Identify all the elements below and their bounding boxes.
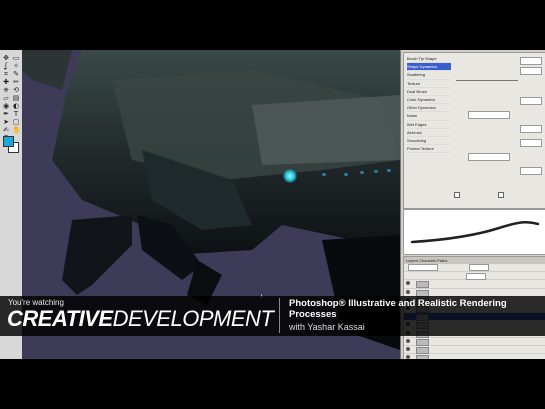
- brush-option-row[interactable]: Color Dynamics: [407, 96, 451, 105]
- brush-option-row[interactable]: Smoothing: [407, 137, 451, 146]
- layer-row[interactable]: [404, 338, 545, 346]
- indicator-dot: [374, 170, 378, 173]
- magic-wand-icon[interactable]: ✧: [12, 62, 20, 70]
- course-title: Photoshop® Illustrative and Realistic Re…: [289, 298, 507, 320]
- layer-row[interactable]: [404, 346, 545, 355]
- brush-option-row[interactable]: Airbrush: [407, 129, 451, 137]
- stroke-preview-graphic: [410, 221, 540, 244]
- hand-icon[interactable]: ✋: [12, 126, 21, 134]
- brush-option-row[interactable]: Protect Texture: [407, 145, 451, 154]
- setting-row[interactable]: [454, 167, 542, 175]
- brush-option-row[interactable]: Wet Edges: [407, 121, 451, 129]
- visibility-eye-icon[interactable]: [406, 338, 410, 343]
- blend-mode-row[interactable]: [404, 264, 545, 273]
- visibility-eye-icon[interactable]: [406, 355, 410, 359]
- indicator-dot: [322, 173, 326, 176]
- layer-row[interactable]: [404, 280, 545, 289]
- flip-checkboxes[interactable]: [454, 191, 542, 198]
- brand-logo: CREATIVEDEVELOPMENT: [7, 306, 274, 332]
- layer-thumbnail: [416, 338, 429, 346]
- setting-row[interactable]: [454, 139, 542, 147]
- move-icon[interactable]: ✥: [2, 54, 10, 62]
- layer-thumbnail: [416, 346, 429, 354]
- setting-row[interactable]: [454, 125, 542, 133]
- brand-part2: DEVELOPMENT: [112, 306, 274, 331]
- cyan-light-glow: [283, 169, 297, 183]
- layer-row[interactable]: [404, 354, 545, 359]
- layer-thumbnail: [416, 281, 429, 289]
- brush-option-row[interactable]: Scattering: [407, 71, 451, 80]
- gradient-icon[interactable]: ▤: [12, 94, 20, 102]
- lock-row[interactable]: [404, 272, 545, 281]
- brushes-panel: Brush Tip Shape Shape Dynamics Scattering T…: [403, 52, 545, 209]
- lasso-icon[interactable]: ʆ: [2, 62, 10, 70]
- notes-icon[interactable]: ✍: [2, 126, 10, 134]
- brush-option-row[interactable]: Dual Brush: [407, 88, 451, 96]
- visibility-eye-icon[interactable]: [406, 281, 410, 286]
- heal-icon[interactable]: ✚: [2, 78, 10, 86]
- brush-option-row[interactable]: Brush Tip Shape: [407, 55, 451, 64]
- brush-option-row[interactable]: Shape Dynamics: [407, 63, 451, 72]
- brush-option-row[interactable]: Texture: [407, 80, 451, 88]
- eyedropper-icon[interactable]: ✎: [12, 70, 20, 78]
- shape-icon[interactable]: ▢: [12, 118, 20, 126]
- brush-icon[interactable]: ✏: [12, 78, 20, 86]
- dodge-icon[interactable]: ◐: [12, 102, 20, 110]
- brand-part1: CREATIVE: [7, 306, 113, 331]
- history-brush-icon[interactable]: ⟲: [12, 86, 20, 94]
- blur-icon[interactable]: ◉: [2, 102, 10, 110]
- foreground-color-swatch[interactable]: [3, 136, 14, 147]
- divider: [279, 298, 280, 333]
- crop-icon[interactable]: ⌗: [2, 70, 10, 78]
- indicator-dot: [344, 173, 348, 176]
- setting-row[interactable]: [454, 97, 542, 105]
- indicator-dot: [360, 171, 364, 174]
- brush-settings: [454, 55, 542, 205]
- layer-thumbnail: [416, 355, 429, 359]
- brush-stroke-preview: [403, 209, 545, 255]
- indicator-dot: [387, 169, 391, 172]
- setting-row[interactable]: [454, 67, 542, 75]
- setting-row[interactable]: [454, 57, 542, 65]
- pen-icon[interactable]: ✒: [2, 110, 10, 118]
- visibility-eye-icon[interactable]: [406, 289, 410, 294]
- path-select-icon[interactable]: ➤: [2, 118, 10, 126]
- type-icon[interactable]: T: [12, 110, 20, 118]
- course-author: with Yashar Kassai: [289, 322, 365, 332]
- visibility-eye-icon[interactable]: [406, 346, 410, 351]
- stamp-icon[interactable]: ⎈: [2, 86, 10, 94]
- marquee-icon[interactable]: ▭: [12, 54, 20, 62]
- brush-option-row[interactable]: Other Dynamics: [407, 104, 451, 113]
- control-dropdown[interactable]: [454, 111, 542, 119]
- control-dropdown[interactable]: [454, 153, 542, 161]
- layers-panel-tabs[interactable]: Layers Channels Paths: [404, 257, 545, 264]
- brush-options-list: Brush Tip Shape Shape Dynamics Scattering T…: [407, 55, 451, 154]
- brush-option-row[interactable]: Noise: [407, 112, 451, 121]
- eraser-icon[interactable]: ▱: [2, 94, 10, 102]
- setting-slider[interactable]: [454, 77, 542, 84]
